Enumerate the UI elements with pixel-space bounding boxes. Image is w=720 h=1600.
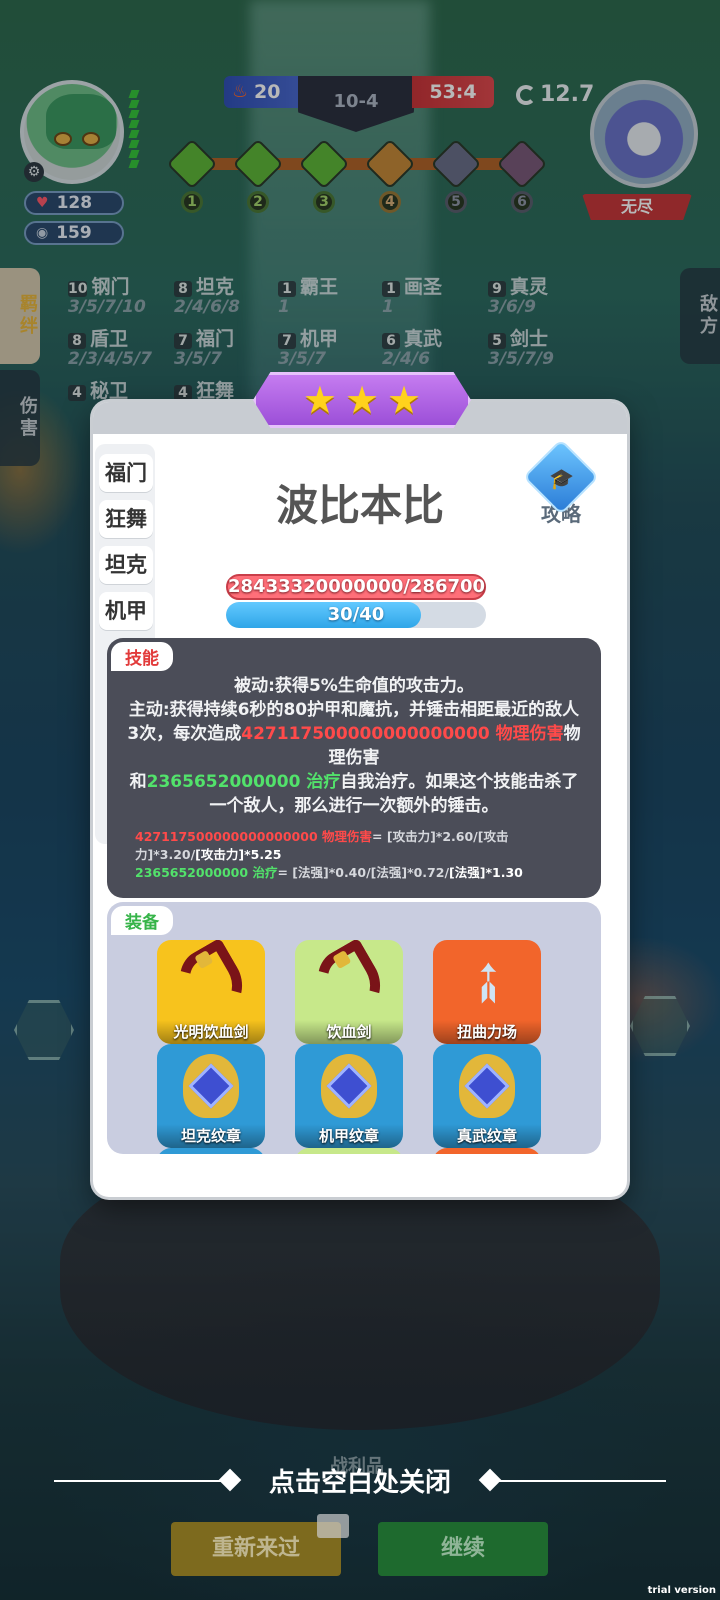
trial-watermark: trial version — [647, 1585, 716, 1596]
equipment-item[interactable]: 饮血剑 — [295, 940, 403, 1044]
star-icon: ★ — [387, 378, 422, 422]
equipment-name: 真武纹章 — [433, 1124, 541, 1148]
retry-button[interactable]: 重新来过 — [171, 1514, 349, 1576]
equipment-item[interactable]: 光明饮血剑 — [157, 940, 265, 1044]
equipment-item[interactable]: 真武纹章 — [433, 1044, 541, 1148]
close-hint[interactable]: 点击空白处关闭 — [0, 1462, 720, 1499]
trait-item[interactable]: 福门 — [99, 454, 153, 492]
emblem-icon — [157, 1044, 265, 1128]
scythe-icon — [295, 940, 403, 1027]
equipment-item[interactable] — [295, 1148, 403, 1154]
equipment-item[interactable] — [157, 1148, 265, 1154]
skill-panel: 技能 被动:获得5%生命值的攻击力。 主动:获得持续6秒的80护甲和魔抗，并锤击… — [107, 638, 601, 898]
trait-item[interactable]: 机甲 — [99, 592, 153, 630]
trait-item[interactable]: 狂舞 — [99, 500, 153, 538]
star-icon: ★ — [344, 378, 380, 422]
equipment-tag: 装备 — [111, 906, 173, 935]
hero-mana-bar: 30/40 — [226, 602, 486, 628]
star-icon: ★ — [302, 378, 337, 422]
hero-detail-modal: ★ ★ ★ 福门 狂舞 坦克 机甲 波比本比 🎓 攻略 284333200000… — [93, 372, 627, 1197]
equipment-item[interactable] — [433, 1148, 541, 1154]
video-icon — [317, 1514, 349, 1538]
equipment-name: 扭曲力场 — [433, 1020, 541, 1044]
equipment-name: 机甲纹章 — [295, 1124, 403, 1148]
skill-tag: 技能 — [111, 642, 173, 671]
strategy-button[interactable]: 🎓 攻略 — [522, 438, 600, 530]
equipment-item[interactable]: 坦克纹章 — [157, 1044, 265, 1148]
equipment-panel: 装备 光明饮血剑 饮血剑 ➶ 扭曲力场坦克纹章 机甲纹章 真武纹章 — [107, 902, 601, 1154]
bow-icon: ➶ — [447, 942, 527, 1022]
skill-description: 被动:获得5%生命值的攻击力。 主动:获得持续6秒的80护甲和魔抗，并锤击相距最… — [127, 676, 581, 816]
scythe-icon — [157, 940, 265, 1027]
skill-formula: 427117500000000000000 物理伤害= [攻击力]*2.60/[… — [135, 829, 523, 880]
equipment-name: 光明饮血剑 — [157, 1020, 265, 1044]
hero-hp-bar: 28433320000000/286700 — [226, 574, 486, 600]
equipment-item[interactable]: ➶ 扭曲力场 — [433, 940, 541, 1044]
emblem-icon — [295, 1044, 403, 1128]
equipment-item[interactable]: 机甲纹章 — [295, 1044, 403, 1148]
equipment-name: 饮血剑 — [295, 1020, 403, 1044]
emblem-icon — [433, 1044, 541, 1128]
hero-name: 波比本比 — [275, 481, 444, 530]
star-rating: ★ ★ ★ — [253, 372, 471, 428]
equipment-name: 坦克纹章 — [157, 1124, 265, 1148]
continue-button[interactable]: 继续 — [378, 1522, 548, 1576]
trait-item[interactable]: 坦克 — [99, 546, 153, 584]
